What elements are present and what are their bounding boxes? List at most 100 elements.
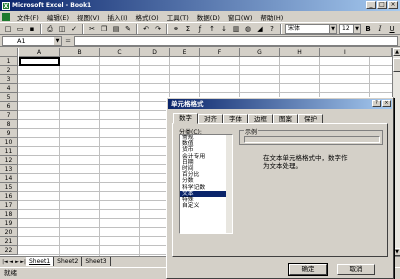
close-button[interactable]: × (388, 1, 398, 9)
print-icon[interactable]: ⎙ (45, 24, 55, 34)
name-box[interactable]: A1 ▼ (2, 36, 62, 46)
column-header-b[interactable]: B (60, 48, 100, 57)
menu-edit[interactable]: 编辑(E) (43, 12, 73, 22)
hyperlink-icon[interactable]: ⚭ (171, 24, 181, 34)
scroll-down-icon[interactable]: ▼ (393, 248, 400, 256)
column-header-f[interactable]: F (200, 48, 240, 57)
row-header[interactable]: 12 (0, 156, 18, 165)
menu-data[interactable]: 数据(D) (193, 12, 224, 22)
paste-icon[interactable]: ▤ (111, 24, 121, 34)
row-header[interactable]: 1 (0, 57, 18, 66)
select-all-corner[interactable] (0, 48, 18, 57)
column-header-h[interactable]: H (280, 48, 320, 57)
format-painter-icon[interactable]: ✎ (123, 24, 133, 34)
font-name-select[interactable]: 宋体 ▼ (285, 23, 337, 34)
menu-file[interactable]: 文件(F) (13, 12, 43, 22)
ok-button[interactable]: 确定 (288, 263, 328, 276)
cancel-button[interactable]: 取消 (337, 264, 375, 275)
dialog-close-button[interactable]: × (382, 100, 391, 107)
row-header[interactable]: 20 (0, 228, 18, 237)
copy-icon[interactable]: ❐ (99, 24, 109, 34)
active-cell-a1[interactable] (19, 57, 60, 66)
sample-preview (244, 136, 380, 143)
category-list[interactable]: 常规 数值 货币 会计专用 日期 时间 百分比 分数 科学记数 文本 特殊 自定… (179, 134, 233, 234)
column-header-a[interactable]: A (19, 48, 60, 57)
help-icon[interactable]: ? (267, 24, 277, 34)
menu-help[interactable]: 帮助(H) (256, 12, 287, 22)
cut-icon[interactable]: ✂ (87, 24, 97, 34)
window-controls: _ □ × (366, 1, 398, 9)
row-header[interactable]: 8 (0, 120, 18, 129)
font-size-value: 12 (342, 24, 350, 32)
font-size-select[interactable]: 12 ▼ (339, 23, 361, 34)
chevron-down-icon[interactable]: ▼ (54, 37, 61, 45)
map-icon[interactable]: ◍ (243, 24, 253, 34)
sheet-tab-1[interactable]: Sheet1 (26, 257, 55, 266)
row-header[interactable]: 18 (0, 210, 18, 219)
tab-number[interactable]: 数字 (173, 113, 198, 124)
maximize-button[interactable]: □ (377, 1, 387, 9)
formula-equals-icon[interactable]: = (65, 37, 71, 45)
underline-button[interactable]: U (387, 24, 397, 34)
toolbar-separator (280, 23, 282, 34)
undo-icon[interactable]: ↶ (141, 24, 151, 34)
sort-ascending-icon[interactable]: ↑ (207, 24, 217, 34)
menu-tools[interactable]: 工具(T) (163, 12, 193, 22)
menu-window[interactable]: 窗口(W) (224, 12, 257, 22)
sheet-tab-3[interactable]: Sheet3 (82, 257, 111, 266)
save-icon[interactable]: ▪ (27, 24, 37, 34)
column-header-i[interactable]: I (320, 48, 392, 57)
minimize-button[interactable]: _ (366, 1, 376, 9)
category-list-scrollbar[interactable] (226, 135, 232, 233)
row-header[interactable]: 14 (0, 174, 18, 183)
status-text: 就绪 (4, 269, 17, 277)
row-header[interactable]: 21 (0, 237, 18, 246)
function-icon[interactable]: ƒ (195, 24, 205, 34)
italic-button[interactable]: I (375, 24, 385, 34)
bold-button[interactable]: B (363, 24, 373, 34)
row-header[interactable]: 3 (0, 75, 18, 84)
redo-icon[interactable]: ↷ (153, 24, 163, 34)
chevron-down-icon[interactable]: ▼ (329, 24, 336, 33)
row-header[interactable]: 19 (0, 219, 18, 228)
column-header-e[interactable]: E (170, 48, 200, 57)
spelling-icon[interactable]: ✓ (69, 24, 79, 34)
menu-view[interactable]: 视图(V) (73, 12, 104, 22)
row-header[interactable]: 5 (0, 93, 18, 102)
chart-icon[interactable]: ▥ (231, 24, 241, 34)
row-header[interactable]: 22 (0, 246, 18, 255)
print-preview-icon[interactable]: ◫ (57, 24, 67, 34)
row-header[interactable]: 2 (0, 66, 18, 75)
scroll-thumb[interactable] (393, 58, 400, 72)
autosum-icon[interactable]: Σ (183, 24, 193, 34)
row-header[interactable]: 16 (0, 192, 18, 201)
window-title: Microsoft Excel - Book1 (12, 2, 92, 9)
row-header[interactable]: 15 (0, 183, 18, 192)
sort-descending-icon[interactable]: ↓ (219, 24, 229, 34)
sheet-tab-2[interactable]: Sheet2 (54, 257, 83, 266)
column-header-d[interactable]: D (140, 48, 170, 57)
open-icon[interactable]: ▭ (15, 24, 25, 34)
formula-input[interactable] (74, 36, 398, 46)
workbook-icon[interactable] (2, 12, 10, 21)
category-item[interactable]: 自定义 (180, 203, 232, 209)
dialog-help-button[interactable]: ? (372, 100, 381, 107)
row-header[interactable]: 11 (0, 147, 18, 156)
menu-insert[interactable]: 插入(I) (104, 12, 132, 22)
column-header-c[interactable]: C (100, 48, 140, 57)
drawing-icon[interactable]: ◢ (255, 24, 265, 34)
row-header[interactable]: 10 (0, 138, 18, 147)
row-header[interactable]: 9 (0, 129, 18, 138)
sample-group: 示例 (239, 127, 383, 145)
new-icon[interactable]: □ (3, 24, 13, 34)
row-header[interactable]: 17 (0, 201, 18, 210)
dialog-title: 单元格格式 (168, 99, 392, 109)
chevron-down-icon[interactable]: ▼ (353, 24, 360, 33)
row-header[interactable]: 13 (0, 165, 18, 174)
menu-format[interactable]: 格式(O) (132, 12, 163, 22)
column-header-g[interactable]: G (240, 48, 280, 57)
scroll-up-icon[interactable]: ▲ (393, 48, 400, 56)
row-header[interactable]: 7 (0, 111, 18, 120)
row-header[interactable]: 4 (0, 84, 18, 93)
row-header[interactable]: 6 (0, 102, 18, 111)
